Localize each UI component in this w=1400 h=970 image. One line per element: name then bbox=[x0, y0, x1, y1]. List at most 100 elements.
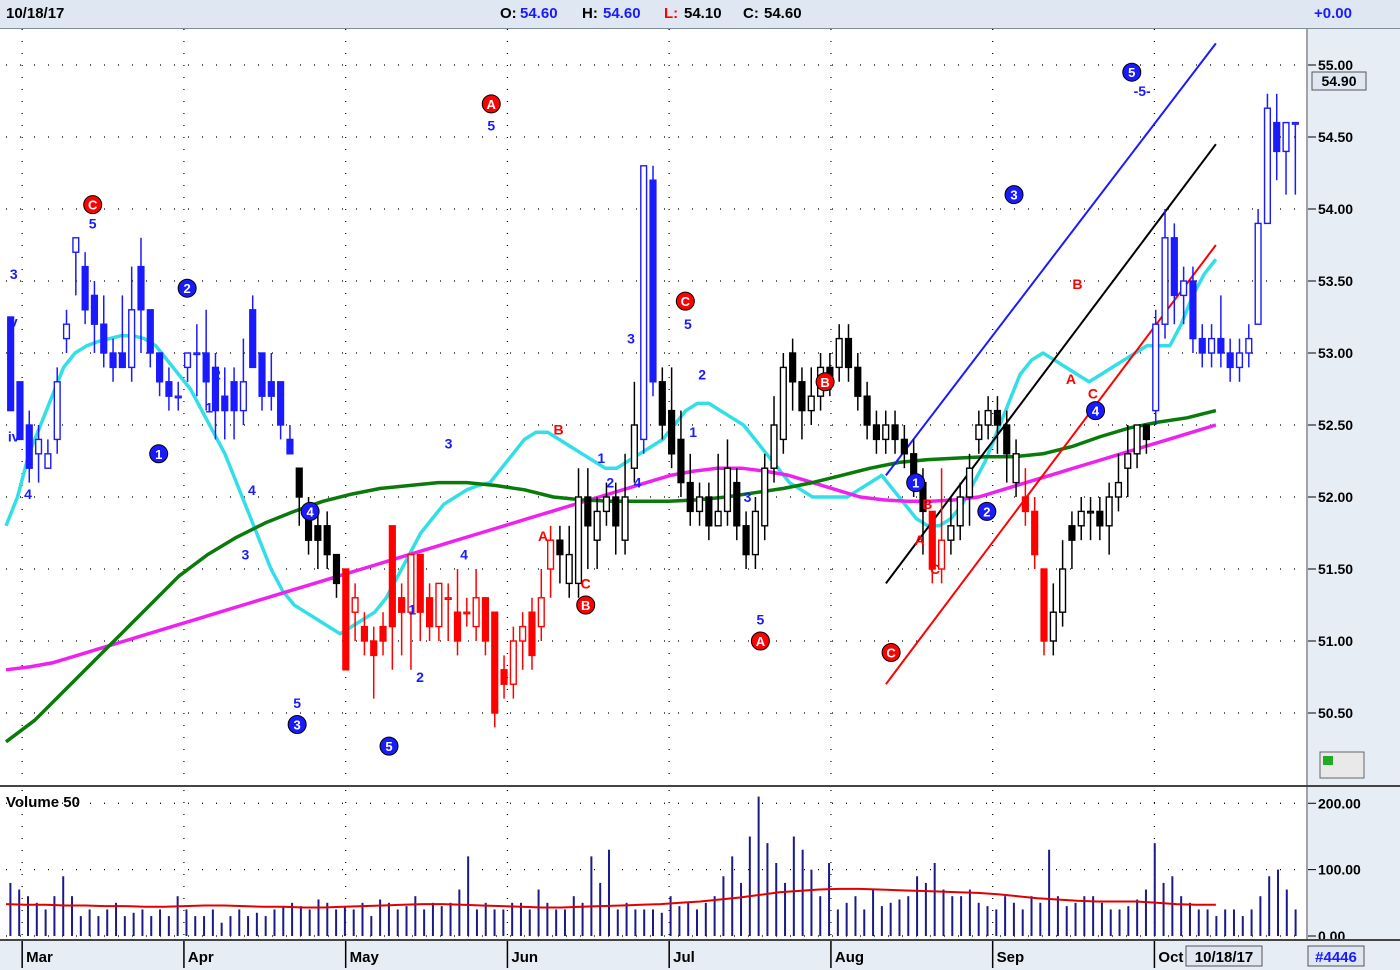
price-bar-body bbox=[481, 597, 490, 642]
price-tick-label: 53.50 bbox=[1318, 273, 1353, 289]
price-bar-body bbox=[425, 597, 434, 628]
price-bar-body bbox=[453, 611, 462, 642]
wave-text-label: A bbox=[915, 532, 925, 548]
price-bar-body bbox=[137, 265, 145, 311]
price-bar-body bbox=[7, 316, 15, 412]
price-bar-body bbox=[53, 381, 61, 441]
price-bar-body bbox=[295, 467, 303, 498]
price-tick-label: 53.00 bbox=[1318, 345, 1353, 361]
price-bar-body bbox=[239, 381, 247, 412]
price-bar-body bbox=[537, 597, 545, 628]
price-bar-body bbox=[25, 424, 33, 469]
price-bar-body bbox=[1254, 222, 1262, 325]
price-bar-body bbox=[742, 525, 750, 556]
wave-text-label: 1 bbox=[205, 400, 213, 416]
price-bar-body bbox=[677, 438, 685, 484]
volume-tick-label: 100.00 bbox=[1318, 862, 1361, 878]
price-bar-body bbox=[1273, 121, 1281, 153]
price-bar-body bbox=[649, 179, 657, 383]
wave-circle-label: C bbox=[88, 198, 98, 213]
price-bar-body bbox=[370, 640, 378, 657]
wave-text-label: 3 bbox=[10, 266, 18, 282]
price-bar-body bbox=[146, 309, 154, 354]
price-tick-label: 52.50 bbox=[1318, 417, 1353, 433]
price-bar-body bbox=[258, 352, 266, 397]
price-bar-body bbox=[547, 539, 555, 570]
price-bar-body bbox=[1031, 510, 1039, 556]
wave-text-label: B bbox=[922, 496, 932, 512]
price-bar-body bbox=[1021, 496, 1029, 513]
wave-circle-label: C bbox=[886, 646, 896, 661]
price-bar-body bbox=[463, 611, 471, 615]
price-bar-body bbox=[1114, 481, 1123, 498]
price-bar-body bbox=[360, 625, 368, 642]
wave-text-label: 4 bbox=[24, 486, 32, 502]
price-bar-body bbox=[435, 582, 443, 628]
footer-date: 10/18/17 bbox=[1195, 949, 1253, 966]
price-bar-body bbox=[891, 424, 899, 441]
price-bar-body bbox=[44, 453, 52, 469]
price-bar-body bbox=[593, 510, 601, 541]
wave-text-label: 1 bbox=[689, 424, 697, 440]
price-bar-body bbox=[1049, 611, 1057, 642]
price-bar-body bbox=[612, 496, 620, 527]
month-label: Aug bbox=[835, 949, 864, 966]
month-label: Jun bbox=[511, 949, 538, 966]
wave-circle-label: C bbox=[681, 294, 691, 309]
price-bar-body bbox=[1105, 496, 1113, 527]
price-bar-body bbox=[640, 165, 648, 441]
price-bar-body bbox=[975, 424, 983, 441]
wave-text-label: A bbox=[538, 528, 548, 544]
price-bar-body bbox=[1217, 337, 1225, 354]
price-tick-label: 51.50 bbox=[1318, 561, 1353, 577]
price-bar-body bbox=[714, 510, 722, 527]
wave-text-label: 4 bbox=[460, 547, 468, 563]
price-bar-body bbox=[1207, 337, 1216, 354]
wave-circle-label: 4 bbox=[1092, 404, 1100, 419]
price-bar-body bbox=[798, 381, 806, 412]
wave-text-label: 2 bbox=[213, 367, 221, 383]
price-volume-chart[interactable]: C12435ABCABC123453viv452143512345BAC1234… bbox=[0, 0, 1400, 970]
price-bar-body bbox=[165, 381, 173, 397]
price-bar-body bbox=[277, 381, 285, 426]
wave-text-label: 4 bbox=[248, 482, 256, 498]
price-bar-body bbox=[314, 525, 322, 541]
price-bar-body bbox=[602, 496, 611, 513]
price-bar-body bbox=[519, 625, 527, 642]
price-bar-body bbox=[1040, 568, 1048, 642]
price-bar-body bbox=[1003, 424, 1011, 455]
price-bar-body bbox=[193, 352, 201, 356]
price-bar-body bbox=[1124, 453, 1132, 469]
price-bar-body bbox=[1263, 107, 1272, 225]
price-bar-body bbox=[770, 424, 778, 469]
wave-text-label: 3 bbox=[445, 436, 453, 452]
price-bar-body bbox=[900, 438, 908, 455]
price-bar-body bbox=[1096, 510, 1104, 527]
price-bar-body bbox=[993, 409, 1002, 426]
price-bar-body bbox=[351, 597, 359, 613]
wave-text-label: 4 bbox=[634, 475, 642, 491]
price-bar-body bbox=[1180, 280, 1188, 297]
price-bar-body bbox=[100, 323, 108, 354]
price-bar-body bbox=[221, 395, 229, 412]
price-bar-body bbox=[500, 669, 508, 685]
price-bar-body bbox=[109, 352, 117, 369]
price-bar-body bbox=[863, 395, 871, 426]
price-bar-body bbox=[62, 323, 71, 340]
price-bar-body bbox=[1086, 510, 1095, 514]
price-bar-body bbox=[733, 481, 741, 527]
wave-circle-label: 1 bbox=[155, 447, 162, 462]
price-bar-body bbox=[342, 568, 350, 671]
wave-text-label: A bbox=[1066, 371, 1076, 387]
price-bar-body bbox=[1226, 352, 1234, 369]
price-bar-body bbox=[835, 337, 843, 369]
price-bar-body bbox=[1245, 337, 1253, 354]
price-bar-body bbox=[686, 481, 694, 513]
price-bar-body bbox=[1152, 323, 1160, 412]
price-tick-label: 54.00 bbox=[1318, 201, 1353, 217]
wave-text-label: 1 bbox=[408, 601, 416, 617]
price-bar-body bbox=[1059, 568, 1067, 613]
price-bar-body bbox=[267, 381, 275, 397]
wave-text-label: 3 bbox=[627, 331, 635, 347]
price-bar-body bbox=[379, 625, 387, 642]
